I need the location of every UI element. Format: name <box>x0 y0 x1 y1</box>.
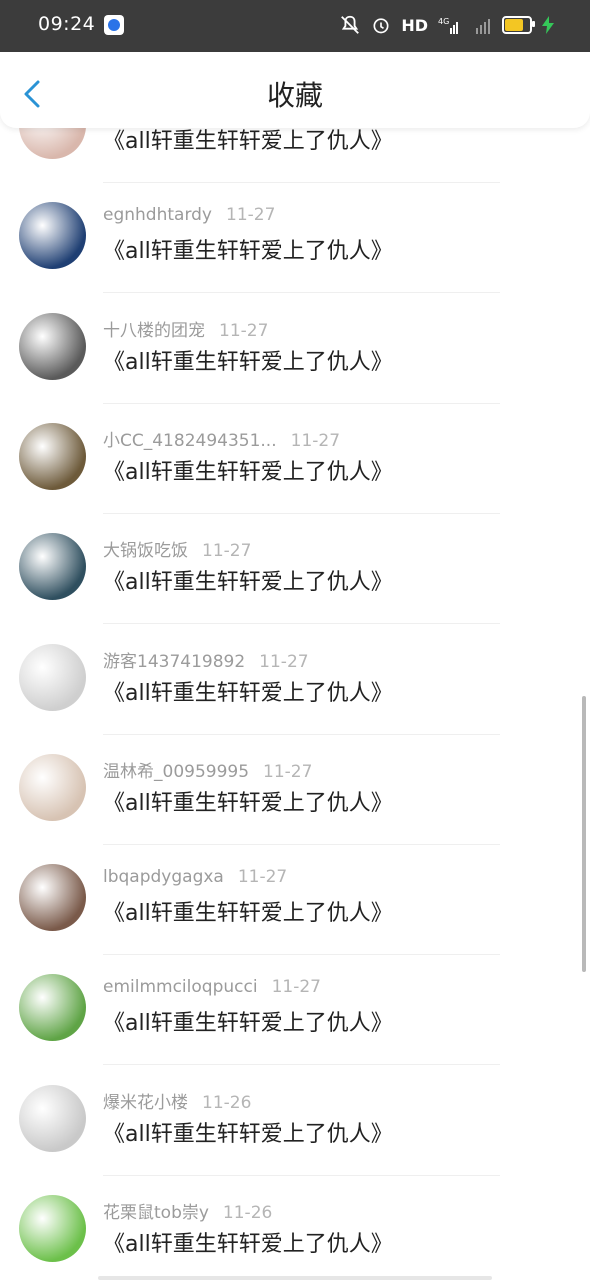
list-item[interactable]: 爆米花小楼 11-26 《all轩重生轩轩爱上了仇人》 <box>0 1066 590 1176</box>
status-bar: 09:24 HD 4G <box>0 0 590 52</box>
charging-bolt-icon <box>542 16 554 34</box>
avatar[interactable] <box>19 128 86 159</box>
username[interactable]: 十八楼的团宠 <box>103 321 205 341</box>
signal-icon-2 <box>476 19 490 34</box>
username[interactable]: emilmmciloqpucci <box>103 977 258 997</box>
item-meta: 花栗鼠tob崇y 11-26 <box>103 1198 272 1223</box>
username[interactable]: lbqapdygagxa <box>103 867 224 887</box>
item-meta: 游客1437419892 11-27 <box>103 647 309 672</box>
item-date: 11-27 <box>237 867 288 888</box>
avatar[interactable] <box>19 1195 86 1262</box>
avatar[interactable] <box>19 533 86 601</box>
list-item[interactable]: emilmmciloqpucci 11-27 《all轩重生轩轩爱上了仇人》 <box>0 955 590 1066</box>
item-date: 11-27 <box>263 761 313 782</box>
avatar[interactable] <box>19 312 86 380</box>
item-date: 11-27 <box>290 430 341 451</box>
list-item[interactable]: 温林希_00959995 11-27 《all轩重生轩轩爱上了仇人》 <box>0 735 590 845</box>
username[interactable]: 花栗鼠tob崇y <box>103 1203 209 1223</box>
mute-bell-icon <box>341 15 360 34</box>
item-text[interactable]: 《all轩重生轩轩爱上了仇人》 <box>103 895 393 927</box>
battery-icon <box>502 16 535 34</box>
item-meta: egnhdhtardy 11-27 <box>103 205 275 225</box>
signal-icon: 4G <box>438 17 458 34</box>
item-meta: lbqapdygagxa 11-27 <box>103 867 287 887</box>
list-item[interactable]: 《all轩重生轩轩爱上了仇人》 <box>0 128 590 183</box>
list-item[interactable]: 游客1437419892 11-27 《all轩重生轩轩爱上了仇人》 <box>0 625 590 735</box>
item-text[interactable]: 《all轩重生轩轩爱上了仇人》 <box>103 233 393 265</box>
username[interactable]: 小CC_4182494351... <box>103 431 277 451</box>
item-date: 11-27 <box>202 541 252 562</box>
favorites-list[interactable]: 《all轩重生轩轩爱上了仇人》 egnhdhtardy 11-27 《all轩重生轩轩… <box>0 128 590 1280</box>
avatar[interactable] <box>19 864 86 932</box>
list-item[interactable]: 小CC_4182494351... 11-27 《all轩重生轩轩爱上了仇人》 <box>0 404 590 514</box>
item-date: 11-26 <box>222 1203 273 1223</box>
baidu-app-icon <box>104 15 124 35</box>
list-item[interactable]: 花栗鼠tob崇y 11-26 《all轩重生轩轩爱上了仇人》 <box>0 1176 590 1280</box>
item-date: 11-27 <box>219 320 269 341</box>
username[interactable]: 温林希_00959995 <box>103 762 249 782</box>
item-meta: 十八楼的团宠 11-27 <box>103 316 268 341</box>
item-date: 11-27 <box>259 651 309 672</box>
item-meta: emilmmciloqpucci 11-27 <box>103 977 321 997</box>
item-text[interactable]: 《all轩重生轩轩爱上了仇人》 <box>103 1116 393 1148</box>
item-text[interactable]: 《all轩重生轩轩爱上了仇人》 <box>103 675 393 707</box>
username[interactable]: 大锅饭吃饭 <box>103 541 188 561</box>
svg-text:4G: 4G <box>438 17 449 26</box>
item-text[interactable]: 《all轩重生轩轩爱上了仇人》 <box>103 1226 393 1258</box>
username[interactable]: 游客1437419892 <box>103 652 245 672</box>
item-meta: 大锅饭吃饭 11-27 <box>103 536 251 561</box>
item-text[interactable]: 《all轩重生轩轩爱上了仇人》 <box>103 1005 393 1037</box>
hd-label: HD <box>401 15 428 35</box>
status-time: 09:24 <box>38 13 96 35</box>
avatar[interactable] <box>19 1084 86 1152</box>
avatar[interactable] <box>19 422 86 490</box>
scrollbar[interactable] <box>582 696 586 972</box>
username[interactable]: 爆米花小楼 <box>103 1093 188 1113</box>
home-indicator <box>98 1276 492 1280</box>
item-text[interactable]: 《all轩重生轩轩爱上了仇人》 <box>103 454 393 486</box>
avatar[interactable] <box>19 974 86 1042</box>
item-text[interactable]: 《all轩重生轩轩爱上了仇人》 <box>103 344 393 376</box>
item-date: 11-27 <box>271 977 321 998</box>
item-text[interactable]: 《all轩重生轩轩爱上了仇人》 <box>103 564 393 596</box>
item-meta: 爆米花小楼 11-26 <box>103 1088 251 1113</box>
header: 收藏 <box>0 52 590 128</box>
item-date: 11-26 <box>202 1092 252 1113</box>
item-text[interactable]: 《all轩重生轩轩爱上了仇人》 <box>103 128 393 155</box>
page-title: 收藏 <box>266 79 323 112</box>
item-text[interactable]: 《all轩重生轩轩爱上了仇人》 <box>103 785 393 817</box>
avatar[interactable] <box>19 202 86 270</box>
item-date: 11-27 <box>226 205 276 226</box>
list-item[interactable]: egnhdhtardy 11-27 《all轩重生轩轩爱上了仇人》 <box>0 183 590 294</box>
status-icons: HD 4G <box>339 13 554 37</box>
alarm-icon <box>373 18 389 34</box>
avatar[interactable] <box>19 643 86 711</box>
item-meta: 小CC_4182494351... 11-27 <box>103 426 340 451</box>
avatar[interactable] <box>19 753 86 821</box>
list-item[interactable]: lbqapdygagxa 11-27 《all轩重生轩轩爱上了仇人》 <box>0 845 590 956</box>
list-item[interactable]: 大锅饭吃饭 11-27 《all轩重生轩轩爱上了仇人》 <box>0 514 590 625</box>
username[interactable]: egnhdhtardy <box>103 205 212 225</box>
item-meta: 温林希_00959995 11-27 <box>103 757 312 782</box>
list-item[interactable]: 十八楼的团宠 11-27 《all轩重生轩轩爱上了仇人》 <box>0 294 590 404</box>
